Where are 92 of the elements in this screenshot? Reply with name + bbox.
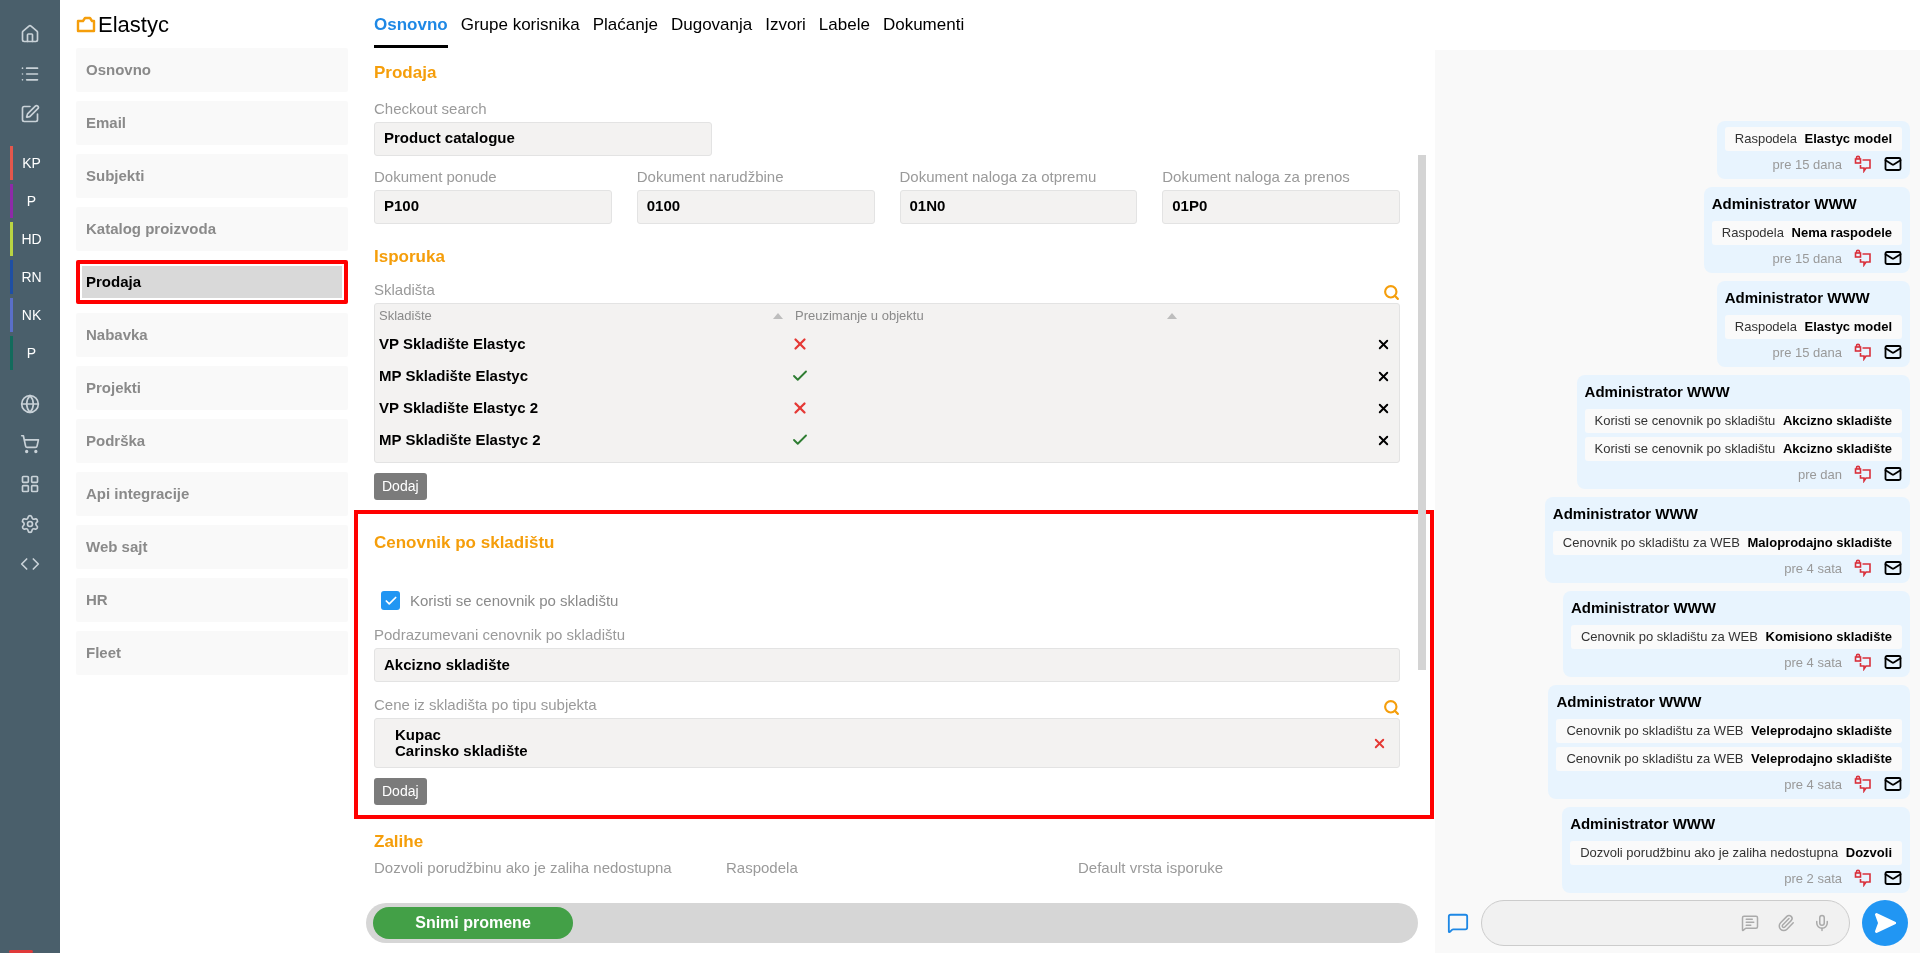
module-link[interactable]: HD [13,228,60,250]
module-link[interactable]: P [13,190,60,212]
tab[interactable]: Izvori [765,11,806,48]
lock-message-icon[interactable] [1854,155,1872,174]
lock-message-icon[interactable] [1854,653,1872,672]
table-cell-text: MP Skladište Elastyc [378,365,529,386]
field-label: Checkout search [374,99,488,118]
lock-message-icon[interactable] [1854,465,1872,484]
change-entry: Dozvoli porudžbinu ako je zaliha nedostupna Dozvoli [1570,840,1902,865]
mail-icon[interactable] [1884,343,1902,362]
add-button[interactable]: Dodaj [374,473,427,500]
section-title: Cenovnik po skladištu [374,532,556,554]
change-entry: Cenovnik po skladištu za WEB Komisiono skladište [1570,624,1902,649]
module-link[interactable]: RN [13,266,60,288]
change-entry: Raspodela Nema raspodele [1711,220,1902,245]
change-entry: Koristi se cenovnik po skladištu Akcizno skladište [1584,408,1902,433]
change-entry: Raspodela Elastyc model [1724,314,1902,339]
checkout-search-field[interactable]: Product catalogue [374,121,712,156]
tab[interactable]: Grupe korisnika [460,11,580,48]
lock-message-icon[interactable] [1854,249,1872,268]
add-button[interactable]: Dodaj [374,778,427,805]
field-label: Dokument narudžbine [636,167,785,186]
status-indicator [9,950,33,953]
change-entry: Raspodela Elastyc model [1724,126,1902,151]
message-author: Administrator WWW [1556,692,1702,712]
document-field[interactable]: 0100 [636,189,875,224]
section-title: Prodaja [374,62,438,84]
message-author: Administrator WWW [1570,814,1716,834]
lock-message-icon[interactable] [1854,775,1872,794]
logo-icon [76,15,96,33]
mail-icon[interactable] [1884,653,1902,672]
pricelist-field[interactable]: Akcizno skladište [374,648,1400,682]
message-author: Administrator WWW [1724,288,1870,308]
message-time: pre 15 dana [1772,249,1842,268]
message-time: pre 4 sata [1784,653,1842,672]
field-label: Cene iz skladišta po tipu subjekta [374,696,597,714]
change-entry: Cenovnik po skladištu za WEB Maloprodajno skladište [1552,530,1902,555]
change-entry: Cenovnik po skladištu za WEB Veleprodajno skladište [1556,746,1902,771]
mail-icon[interactable] [1884,775,1902,794]
message-time: pre 4 sata [1784,775,1842,794]
mail-icon[interactable] [1884,559,1902,578]
message-author: Administrator WWW [1552,504,1698,524]
tab[interactable]: Dokumenti [882,11,965,48]
message-time: pre 15 dana [1772,343,1842,362]
field-label: Default vrsta isporuke [1078,858,1224,877]
module-link[interactable]: NK [13,304,60,326]
logo-text: Elastyc [98,10,169,39]
message-author: Administrator WWW [1584,382,1730,402]
change-entry: Cenovnik po skladištu za WEB Veleprodajno skladište [1556,718,1902,743]
send-button[interactable] [1862,900,1908,946]
table-cell-text: MP Skladište Elastyc 2 [378,429,542,450]
message-time: pre dan [1797,465,1842,484]
module-link[interactable]: KP [13,152,60,174]
warehouse-name: Carinsko skladište [395,743,529,759]
tab[interactable]: Plaćanje [592,11,658,48]
field-label: Dozvoli porudžbinu ako je zaliha nedostupna [374,858,672,877]
mail-icon[interactable] [1884,465,1902,484]
mail-icon[interactable] [1884,869,1902,888]
field-label: Dokument naloga za otpremu [899,167,1098,186]
lock-message-icon[interactable] [1854,559,1872,578]
send-icon [1873,911,1897,935]
tab[interactable]: Labele [818,11,870,48]
lock-message-icon[interactable] [1854,343,1872,362]
change-entry: Koristi se cenovnik po skladištu Akcizno skladište [1584,436,1902,461]
message-time: pre 4 sata [1784,559,1842,578]
sidebar-item[interactable]: Prodaja [76,260,348,304]
checkbox-label: Koristi se cenovnik po skladištu [410,590,619,611]
field-label: Podrazumevani cenovnik po skladištu [374,626,626,644]
checkbox[interactable] [381,591,400,611]
table-cell-text: VP Skladište Elastyc 2 [378,397,539,418]
document-field[interactable]: 01N0 [899,189,1138,224]
chat-icon[interactable] [1447,912,1469,934]
table-cell-text: VP Skladište Elastyc [378,333,527,354]
section-title: Zalihe [374,831,425,853]
message-time: pre 15 dana [1772,155,1842,174]
tab[interactable]: Dugovanja [670,11,753,48]
mail-icon[interactable] [1884,249,1902,268]
module-link[interactable]: P [13,342,60,364]
document-field[interactable]: P100 [374,189,612,224]
message-author: Administrator WWW [1711,194,1857,214]
mail-icon[interactable] [1884,155,1902,174]
field-label: Dokument ponude [374,167,498,186]
message-author: Administrator WWW [1570,598,1716,618]
field-label: Raspodela [726,858,798,877]
lock-message-icon[interactable] [1854,869,1872,888]
section-title: Isporuka [374,245,446,268]
message-time: pre 2 sata [1784,869,1842,888]
document-field[interactable]: 01P0 [1162,189,1400,224]
field-label: Dokument naloga za prenos [1162,167,1351,186]
tab[interactable]: Osnovno [374,11,448,48]
subject-type: Kupac [395,727,442,743]
field-label: Skladišta [374,281,435,299]
